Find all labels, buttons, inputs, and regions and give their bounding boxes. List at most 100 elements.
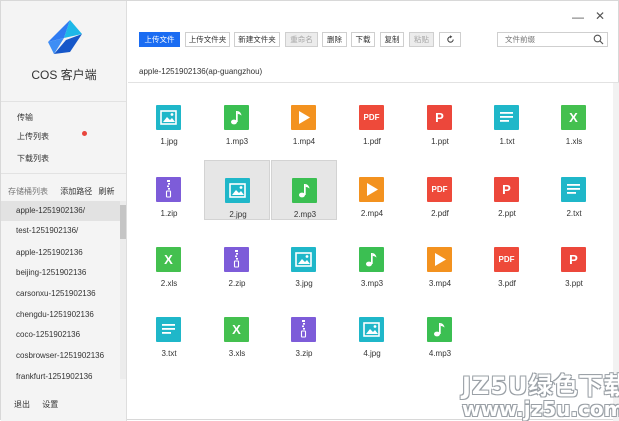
file-item[interactable]: 2.mp4 <box>339 160 405 220</box>
file-name: 3.xls <box>228 349 246 358</box>
file-icon-glyph: P <box>435 110 444 125</box>
file-name: 3.mp4 <box>428 279 452 288</box>
refresh-buckets-link[interactable]: 刷新 <box>98 187 114 196</box>
file-name: 1.xls <box>565 137 583 146</box>
video-file-icon <box>291 105 316 130</box>
bucket-item[interactable]: test-1251902136/ <box>1 221 120 241</box>
file-item[interactable]: 2.txt <box>541 160 607 220</box>
file-item[interactable]: P 1.ppt <box>407 88 473 148</box>
file-item[interactable]: PDF 3.pdf <box>474 230 540 290</box>
file-item[interactable]: 2.jpg <box>204 160 270 220</box>
delete-button[interactable]: 删除 <box>322 32 347 47</box>
audio-file-icon <box>224 105 249 130</box>
file-item[interactable]: 1.jpg <box>136 88 202 148</box>
divider <box>1 173 126 174</box>
file-name: 3.pdf <box>498 279 516 288</box>
bucket-item[interactable]: apple-1251902136 <box>1 243 120 263</box>
file-name: 2.ppt <box>498 209 516 218</box>
file-item[interactable]: 3.zip <box>271 300 337 360</box>
file-name: 3.mp3 <box>360 279 384 288</box>
file-item[interactable]: 2.zip <box>204 230 270 290</box>
current-path: apple-1251902136(ap-guangzhou) <box>139 67 263 76</box>
bucket-item[interactable]: beijing-1251902136 <box>1 263 120 283</box>
file-item[interactable]: 3.mp4 <box>407 230 473 290</box>
file-name: 2.mp3 <box>293 210 317 219</box>
add-path-link[interactable]: 添加路径 <box>60 187 92 196</box>
bucket-item[interactable]: chengdu-1251902136 <box>1 305 120 325</box>
file-item[interactable]: 1.mp4 <box>271 88 337 148</box>
rename-button[interactable]: 重命名 <box>285 32 318 47</box>
paste-button[interactable]: 粘贴 <box>409 32 434 47</box>
copy-button[interactable]: 复制 <box>380 32 404 47</box>
audio-file-icon <box>359 247 384 272</box>
file-item[interactable]: 1.mp3 <box>204 88 270 148</box>
audio-file-icon <box>292 178 317 203</box>
file-item[interactable]: X 1.xls <box>541 88 607 148</box>
bucket-list-scrollbar[interactable] <box>120 201 126 379</box>
download-button[interactable]: 下载 <box>351 32 375 47</box>
upload-folder-button[interactable]: 上传文件夹 <box>185 32 230 47</box>
zip-file-icon <box>224 247 249 272</box>
txt-file-icon <box>156 317 181 342</box>
pdf-file-icon: PDF <box>427 177 452 202</box>
file-name: 4.mp3 <box>428 349 452 358</box>
close-button[interactable]: ✕ <box>595 10 605 22</box>
bucket-list-header: 存储桶列表 添加路径 刷新 <box>8 186 114 197</box>
bucket-item[interactable]: cosbrowser-1251902136 <box>1 346 120 366</box>
upload-notification-badge <box>82 131 87 136</box>
settings-link[interactable]: 设置 <box>42 400 58 409</box>
app-name: COS 客户端 <box>31 68 97 82</box>
file-item[interactable]: 3.jpg <box>271 230 337 290</box>
logout-link[interactable]: 退出 <box>14 400 30 409</box>
divider <box>128 82 619 83</box>
nav-download-list[interactable]: 下载列表 <box>17 153 49 164</box>
bucket-item[interactable]: carsonxu-1251902136 <box>1 284 120 304</box>
refresh-button[interactable] <box>439 32 461 47</box>
file-name: 2.pdf <box>431 209 449 218</box>
search-box <box>497 32 608 47</box>
file-item[interactable]: PDF 2.pdf <box>407 160 473 220</box>
bucket-list: apple-1251902136/ test-1251902136/ apple… <box>1 201 127 381</box>
xls-file-icon: X <box>156 247 181 272</box>
file-item[interactable]: X 2.xls <box>136 230 202 290</box>
divider <box>1 101 126 102</box>
upload-file-button[interactable]: 上传文件 <box>139 32 180 47</box>
file-item[interactable]: PDF 1.pdf <box>339 88 405 148</box>
search-icon[interactable] <box>593 34 604 45</box>
file-name: 1.txt <box>499 137 515 146</box>
sidebar: COS 客户端 传输 上传列表 下载列表 存储桶列表 添加路径 刷新 apple… <box>1 1 127 421</box>
file-item[interactable]: P 2.ppt <box>474 160 540 220</box>
file-item[interactable]: 3.mp3 <box>339 230 405 290</box>
bucket-item[interactable]: frankfurt-1251902136 <box>1 367 120 381</box>
file-icon-glyph: P <box>569 252 578 267</box>
file-item[interactable]: 4.mp3 <box>407 300 473 360</box>
file-name: 1.zip <box>160 209 178 218</box>
ppt-file-icon: P <box>494 177 519 202</box>
file-item[interactable]: 4.jpg <box>339 300 405 360</box>
minimize-button[interactable]: — <box>572 11 584 23</box>
new-folder-button[interactable]: 新建文件夹 <box>234 32 280 47</box>
search-input[interactable] <box>498 33 588 46</box>
file-item[interactable]: 1.txt <box>474 88 540 148</box>
image-file-icon <box>156 105 181 130</box>
file-item[interactable]: 1.zip <box>136 160 202 220</box>
nav-upload-list[interactable]: 上传列表 <box>17 131 49 142</box>
file-item[interactable]: X 3.xls <box>204 300 270 360</box>
nav-transfer[interactable]: 传输 <box>17 112 33 123</box>
file-item[interactable]: P 3.ppt <box>541 230 607 290</box>
file-item[interactable]: 3.txt <box>136 300 202 360</box>
txt-file-icon <box>561 177 586 202</box>
file-item[interactable]: 2.mp3 <box>271 160 337 220</box>
zip-file-icon <box>156 177 181 202</box>
file-name: 1.jpg <box>160 137 178 146</box>
refresh-icon <box>446 35 454 43</box>
bucket-item[interactable]: apple-1251902136/ <box>1 201 120 221</box>
xls-file-icon: X <box>561 105 586 130</box>
scrollbar-thumb[interactable] <box>120 205 126 239</box>
ppt-file-icon: P <box>561 247 586 272</box>
bucket-list-title: 存储桶列表 <box>8 187 48 196</box>
file-name: 1.ppt <box>431 137 449 146</box>
watermark: JZ5U绿色下载 www.jz5u.com <box>462 366 619 421</box>
bucket-item[interactable]: coco-1251902136 <box>1 325 120 345</box>
watermark-title: JZ5U绿色下载 <box>462 372 619 400</box>
